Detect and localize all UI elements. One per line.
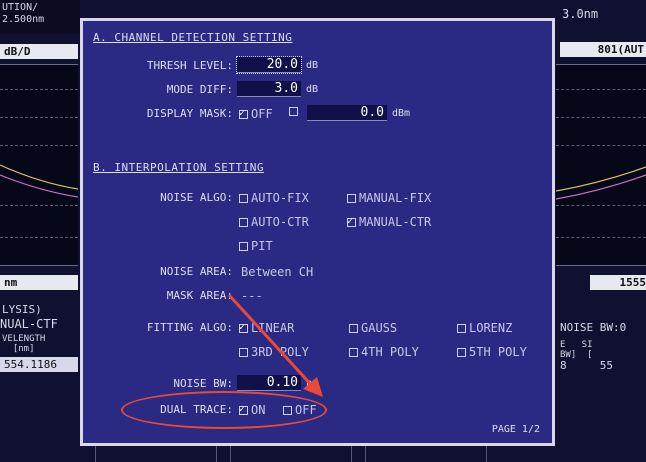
option-label: MANUAL-CTR <box>359 215 432 229</box>
mask-area-label: MASK AREA: <box>166 289 233 302</box>
noise-algo-manual-fix[interactable]: MANUAL-FIX <box>347 191 431 205</box>
section-a-title: A. CHANNEL DETECTION SETTING <box>93 31 293 44</box>
right-count-label: 801(AUT <box>597 43 644 56</box>
checkbox-icon[interactable] <box>349 323 358 333</box>
noise-area-label: NOISE AREA: <box>160 265 233 278</box>
right-nm-label: 1555 <box>619 276 646 289</box>
noise-algo-label: NOISE ALGO: <box>160 191 233 204</box>
display-mask-field[interactable]: 0.0 <box>307 105 387 121</box>
right-span-text: 3.0nm <box>562 7 599 21</box>
display-mask-off-label: OFF <box>251 107 273 121</box>
option-label: PIT <box>251 239 273 253</box>
left-nm-label: nm <box>4 276 18 289</box>
left-scale-box: dB/D <box>0 44 78 59</box>
thresh-level-field[interactable]: 20.0 <box>236 56 302 74</box>
annotation-arrow-icon <box>227 293 323 397</box>
right-noise-bw-label: NOISE BW:0 <box>560 321 627 334</box>
left-wavelength-value: 554.1186 <box>4 358 57 371</box>
thresh-level-label: THRESH LEVEL: <box>146 59 233 72</box>
mode-diff-label: MODE DIFF: <box>166 83 233 96</box>
noise-algo-pit[interactable]: PIT <box>239 239 273 253</box>
checkbox-icon[interactable] <box>239 241 248 251</box>
fitting-algo-label: FITTING ALGO: <box>146 321 233 334</box>
thresh-level-unit: dB <box>306 60 319 71</box>
display-mask-unit: dBm <box>392 108 411 119</box>
checkbox-icon[interactable] <box>289 107 298 116</box>
option-label: 4TH POLY <box>361 345 419 359</box>
noise-bw-label: NOISE BW: <box>173 377 233 390</box>
setting-dialog: A. CHANNEL DETECTION SETTING THRESH LEVE… <box>80 18 555 446</box>
fitting-5th-poly[interactable]: 5TH POLY <box>457 345 527 359</box>
fitting-4th-poly[interactable]: 4TH POLY <box>349 345 419 359</box>
option-label: GAUSS <box>361 321 398 335</box>
right-nm-box: 1555 <box>590 275 646 290</box>
display-mask-on-option[interactable] <box>289 107 301 116</box>
checkbox-icon[interactable] <box>239 193 248 203</box>
checkbox-checked-icon[interactable] <box>347 215 356 229</box>
checkbox-icon[interactable] <box>349 347 358 357</box>
mode-diff-unit: dB <box>306 84 319 95</box>
left-wavelength-value-box: 554.1186 <box>0 357 78 372</box>
option-label: 5TH POLY <box>469 345 527 359</box>
right-trace-curve <box>556 166 646 200</box>
option-label: LORENZ <box>469 321 513 335</box>
noise-algo-auto-ctr[interactable]: AUTO-CTR <box>239 215 309 229</box>
option-label: AUTO-FIX <box>251 191 309 205</box>
left-mode-label: NUAL-CTF <box>0 317 58 331</box>
instrument-screen: UTION/ 2.500nm dB/D nm LYSIS) NUAL-CTF V… <box>0 0 646 462</box>
noise-algo-auto-fix[interactable]: AUTO-FIX <box>239 191 309 205</box>
left-scale-label: dB/D <box>4 45 31 58</box>
display-mask-label: DISPLAY MASK: <box>146 107 233 120</box>
display-mask-off-option[interactable]: OFF <box>239 107 273 121</box>
checkbox-checked-icon[interactable] <box>239 107 248 121</box>
checkbox-icon[interactable] <box>457 347 466 357</box>
fitting-lorenz[interactable]: LORENZ <box>457 321 512 335</box>
option-label: AUTO-CTR <box>251 215 309 229</box>
right-column-header-1: E SI <box>560 340 593 350</box>
option-label: MANUAL-FIX <box>359 191 432 205</box>
right-count-box: 801(AUT <box>560 42 646 57</box>
left-resolution-text: UTION/ 2.500nm <box>2 2 45 25</box>
left-nm-box: nm <box>0 275 78 290</box>
mode-diff-field[interactable]: 3.0 <box>237 81 301 97</box>
right-row-value: 8 55 <box>560 359 613 372</box>
right-column-header: E SI BW] [ <box>560 340 593 360</box>
checkbox-icon[interactable] <box>239 217 248 227</box>
left-wavelength-header: VELENGTH [nm] <box>2 334 46 354</box>
left-trace-curve <box>0 164 78 198</box>
left-analysis-label: LYSIS) <box>2 303 42 316</box>
checkbox-icon[interactable] <box>457 323 466 333</box>
noise-algo-manual-ctr[interactable]: MANUAL-CTR <box>347 215 431 229</box>
section-b-title: B. INTERPOLATION SETTING <box>93 161 264 174</box>
noise-area-value[interactable]: Between CH <box>241 265 313 279</box>
page-indicator: PAGE 1/2 <box>491 424 540 435</box>
fitting-gauss[interactable]: GAUSS <box>349 321 397 335</box>
left-plot-area <box>0 64 78 266</box>
checkbox-icon[interactable] <box>347 193 356 203</box>
right-plot-area <box>556 64 646 266</box>
